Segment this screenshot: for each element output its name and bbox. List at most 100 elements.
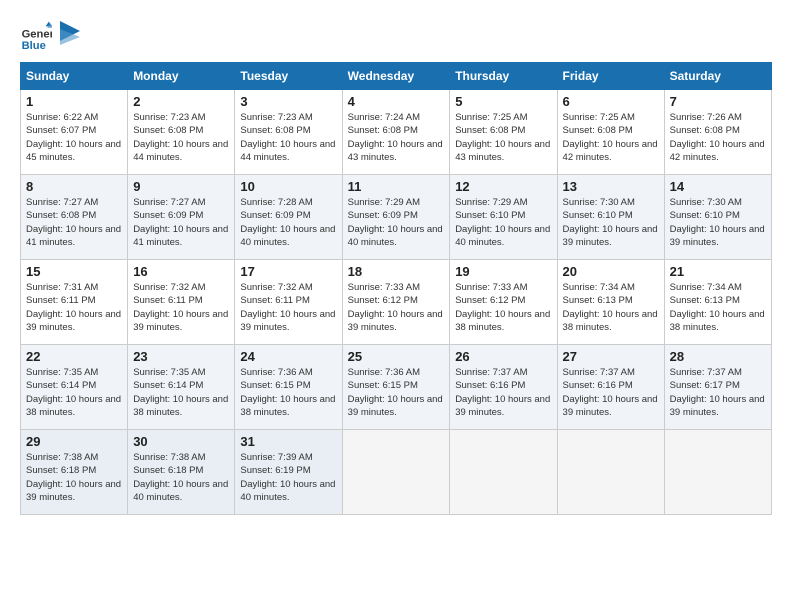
day-info: Sunrise: 7:36 AMSunset: 6:15 PMDaylight:… xyxy=(348,367,443,418)
day-number: 22 xyxy=(26,349,122,364)
day-of-week-friday: Friday xyxy=(557,63,664,90)
day-info: Sunrise: 7:35 AMSunset: 6:14 PMDaylight:… xyxy=(133,367,228,418)
day-of-week-tuesday: Tuesday xyxy=(235,63,342,90)
day-number: 6 xyxy=(563,94,659,109)
calendar-day-9: 9 Sunrise: 7:27 AMSunset: 6:09 PMDayligh… xyxy=(128,175,235,260)
calendar-day-30: 30 Sunrise: 7:38 AMSunset: 6:18 PMDaylig… xyxy=(128,430,235,515)
day-number: 13 xyxy=(563,179,659,194)
calendar-day-19: 19 Sunrise: 7:33 AMSunset: 6:12 PMDaylig… xyxy=(450,260,557,345)
day-of-week-thursday: Thursday xyxy=(450,63,557,90)
day-of-week-saturday: Saturday xyxy=(664,63,771,90)
day-info: Sunrise: 7:26 AMSunset: 6:08 PMDaylight:… xyxy=(670,112,765,163)
calendar-day-2: 2 Sunrise: 7:23 AMSunset: 6:08 PMDayligh… xyxy=(128,90,235,175)
day-number: 4 xyxy=(348,94,445,109)
calendar-day-1: 1 Sunrise: 6:22 AMSunset: 6:07 PMDayligh… xyxy=(21,90,128,175)
day-info: Sunrise: 7:28 AMSunset: 6:09 PMDaylight:… xyxy=(240,197,335,248)
calendar-day-18: 18 Sunrise: 7:33 AMSunset: 6:12 PMDaylig… xyxy=(342,260,450,345)
day-number: 12 xyxy=(455,179,551,194)
day-of-week-wednesday: Wednesday xyxy=(342,63,450,90)
calendar-day-29: 29 Sunrise: 7:38 AMSunset: 6:18 PMDaylig… xyxy=(21,430,128,515)
day-info: Sunrise: 7:38 AMSunset: 6:18 PMDaylight:… xyxy=(26,452,121,503)
calendar-day-12: 12 Sunrise: 7:29 AMSunset: 6:10 PMDaylig… xyxy=(450,175,557,260)
day-number: 15 xyxy=(26,264,122,279)
calendar-day-27: 27 Sunrise: 7:37 AMSunset: 6:16 PMDaylig… xyxy=(557,345,664,430)
day-number: 24 xyxy=(240,349,336,364)
calendar-day-5: 5 Sunrise: 7:25 AMSunset: 6:08 PMDayligh… xyxy=(450,90,557,175)
svg-text:Blue: Blue xyxy=(22,40,46,52)
calendar-day-4: 4 Sunrise: 7:24 AMSunset: 6:08 PMDayligh… xyxy=(342,90,450,175)
day-number: 27 xyxy=(563,349,659,364)
day-number: 26 xyxy=(455,349,551,364)
calendar-week-1: 1 Sunrise: 6:22 AMSunset: 6:07 PMDayligh… xyxy=(21,90,772,175)
calendar-table: SundayMondayTuesdayWednesdayThursdayFrid… xyxy=(20,62,772,515)
day-of-week-sunday: Sunday xyxy=(21,63,128,90)
day-info: Sunrise: 7:39 AMSunset: 6:19 PMDaylight:… xyxy=(240,452,335,503)
empty-cell xyxy=(342,430,450,515)
day-number: 20 xyxy=(563,264,659,279)
day-info: Sunrise: 7:36 AMSunset: 6:15 PMDaylight:… xyxy=(240,367,335,418)
calendar-day-20: 20 Sunrise: 7:34 AMSunset: 6:13 PMDaylig… xyxy=(557,260,664,345)
day-number: 1 xyxy=(26,94,122,109)
day-number: 29 xyxy=(26,434,122,449)
calendar-day-16: 16 Sunrise: 7:32 AMSunset: 6:11 PMDaylig… xyxy=(128,260,235,345)
calendar-day-31: 31 Sunrise: 7:39 AMSunset: 6:19 PMDaylig… xyxy=(235,430,342,515)
day-info: Sunrise: 7:32 AMSunset: 6:11 PMDaylight:… xyxy=(240,282,335,333)
calendar-day-22: 22 Sunrise: 7:35 AMSunset: 6:14 PMDaylig… xyxy=(21,345,128,430)
day-number: 19 xyxy=(455,264,551,279)
day-number: 7 xyxy=(670,94,766,109)
empty-cell xyxy=(450,430,557,515)
calendar-day-7: 7 Sunrise: 7:26 AMSunset: 6:08 PMDayligh… xyxy=(664,90,771,175)
day-info: Sunrise: 7:30 AMSunset: 6:10 PMDaylight:… xyxy=(670,197,765,248)
calendar-week-3: 15 Sunrise: 7:31 AMSunset: 6:11 PMDaylig… xyxy=(21,260,772,345)
day-number: 9 xyxy=(133,179,229,194)
day-of-week-monday: Monday xyxy=(128,63,235,90)
day-info: Sunrise: 7:27 AMSunset: 6:08 PMDaylight:… xyxy=(26,197,121,248)
calendar-day-17: 17 Sunrise: 7:32 AMSunset: 6:11 PMDaylig… xyxy=(235,260,342,345)
calendar-day-15: 15 Sunrise: 7:31 AMSunset: 6:11 PMDaylig… xyxy=(21,260,128,345)
calendar-day-25: 25 Sunrise: 7:36 AMSunset: 6:15 PMDaylig… xyxy=(342,345,450,430)
page-header: General Blue xyxy=(20,20,772,52)
calendar-day-6: 6 Sunrise: 7:25 AMSunset: 6:08 PMDayligh… xyxy=(557,90,664,175)
day-info: Sunrise: 7:31 AMSunset: 6:11 PMDaylight:… xyxy=(26,282,121,333)
empty-cell xyxy=(557,430,664,515)
logo-arrow-icon xyxy=(60,21,80,51)
calendar-week-2: 8 Sunrise: 7:27 AMSunset: 6:08 PMDayligh… xyxy=(21,175,772,260)
day-info: Sunrise: 7:32 AMSunset: 6:11 PMDaylight:… xyxy=(133,282,228,333)
svg-text:General: General xyxy=(22,29,52,41)
day-number: 25 xyxy=(348,349,445,364)
calendar-day-21: 21 Sunrise: 7:34 AMSunset: 6:13 PMDaylig… xyxy=(664,260,771,345)
day-info: Sunrise: 7:33 AMSunset: 6:12 PMDaylight:… xyxy=(348,282,443,333)
day-info: Sunrise: 7:29 AMSunset: 6:09 PMDaylight:… xyxy=(348,197,443,248)
calendar-day-10: 10 Sunrise: 7:28 AMSunset: 6:09 PMDaylig… xyxy=(235,175,342,260)
calendar-day-3: 3 Sunrise: 7:23 AMSunset: 6:08 PMDayligh… xyxy=(235,90,342,175)
day-info: Sunrise: 7:37 AMSunset: 6:16 PMDaylight:… xyxy=(563,367,658,418)
day-number: 11 xyxy=(348,179,445,194)
calendar-day-23: 23 Sunrise: 7:35 AMSunset: 6:14 PMDaylig… xyxy=(128,345,235,430)
day-number: 21 xyxy=(670,264,766,279)
day-info: Sunrise: 7:25 AMSunset: 6:08 PMDaylight:… xyxy=(455,112,550,163)
day-number: 23 xyxy=(133,349,229,364)
day-number: 17 xyxy=(240,264,336,279)
day-info: Sunrise: 7:33 AMSunset: 6:12 PMDaylight:… xyxy=(455,282,550,333)
day-number: 8 xyxy=(26,179,122,194)
day-number: 31 xyxy=(240,434,336,449)
day-info: Sunrise: 6:22 AMSunset: 6:07 PMDaylight:… xyxy=(26,112,121,163)
day-number: 14 xyxy=(670,179,766,194)
day-info: Sunrise: 7:23 AMSunset: 6:08 PMDaylight:… xyxy=(240,112,335,163)
day-number: 16 xyxy=(133,264,229,279)
calendar-day-26: 26 Sunrise: 7:37 AMSunset: 6:16 PMDaylig… xyxy=(450,345,557,430)
calendar-week-4: 22 Sunrise: 7:35 AMSunset: 6:14 PMDaylig… xyxy=(21,345,772,430)
day-info: Sunrise: 7:37 AMSunset: 6:17 PMDaylight:… xyxy=(670,367,765,418)
calendar-day-24: 24 Sunrise: 7:36 AMSunset: 6:15 PMDaylig… xyxy=(235,345,342,430)
logo: General Blue xyxy=(20,20,80,52)
calendar-day-13: 13 Sunrise: 7:30 AMSunset: 6:10 PMDaylig… xyxy=(557,175,664,260)
day-info: Sunrise: 7:25 AMSunset: 6:08 PMDaylight:… xyxy=(563,112,658,163)
calendar-week-5: 29 Sunrise: 7:38 AMSunset: 6:18 PMDaylig… xyxy=(21,430,772,515)
empty-cell xyxy=(664,430,771,515)
day-info: Sunrise: 7:27 AMSunset: 6:09 PMDaylight:… xyxy=(133,197,228,248)
calendar-day-14: 14 Sunrise: 7:30 AMSunset: 6:10 PMDaylig… xyxy=(664,175,771,260)
day-number: 30 xyxy=(133,434,229,449)
day-info: Sunrise: 7:35 AMSunset: 6:14 PMDaylight:… xyxy=(26,367,121,418)
calendar-day-8: 8 Sunrise: 7:27 AMSunset: 6:08 PMDayligh… xyxy=(21,175,128,260)
day-info: Sunrise: 7:34 AMSunset: 6:13 PMDaylight:… xyxy=(670,282,765,333)
